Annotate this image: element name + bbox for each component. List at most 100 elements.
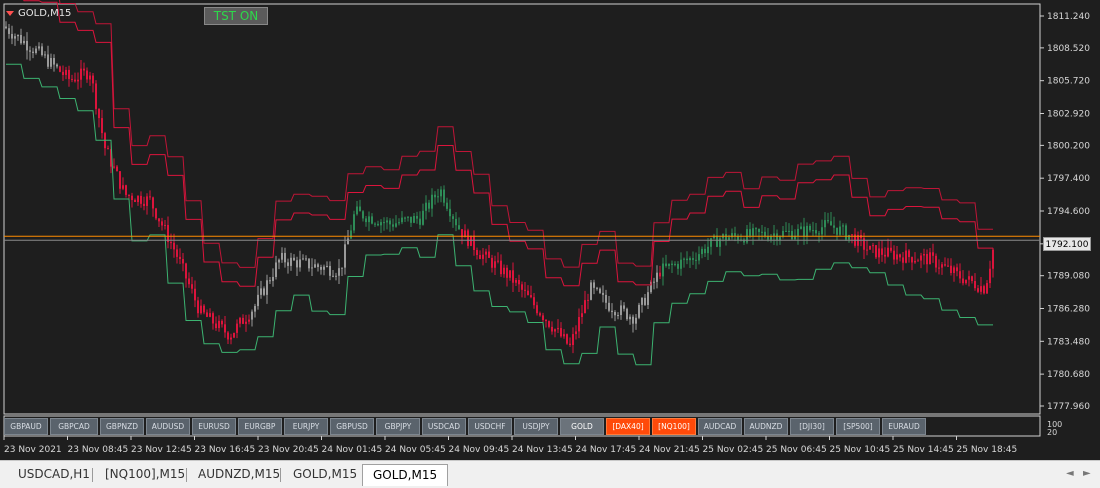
symbol-button-eurgbp[interactable]: EURGBP (238, 418, 282, 435)
symbol-button-gbpnzd[interactable]: GBPNZD (100, 418, 144, 435)
candle-body (632, 316, 634, 324)
price-axis-label: 1780.680 (1047, 370, 1090, 380)
price-axis-label: 1794.600 (1047, 207, 1090, 217)
candle-body (800, 226, 802, 229)
price-axis-label: 1783.480 (1047, 337, 1090, 347)
symbol-button-gbpaud[interactable]: GBPAUD (4, 418, 48, 435)
symbol-button-audcad[interactable]: AUDCAD (698, 418, 742, 435)
candle-body (77, 79, 79, 82)
candle-body (35, 48, 37, 54)
candle-body (695, 259, 697, 261)
candle-body (89, 75, 91, 80)
candle-body (479, 255, 481, 259)
symbol-button-audnzd[interactable]: AUDNZD (744, 418, 788, 435)
candle-body (974, 281, 976, 289)
candle-body (476, 249, 478, 256)
tab-gold-m15[interactable]: GOLD,M15 (283, 464, 367, 486)
tab-nq100-m15[interactable]: [NQ100],M15 (95, 464, 195, 486)
symbol-button-euraud[interactable]: EURAUD (882, 418, 926, 435)
candle-body (992, 249, 994, 269)
candle-body (533, 297, 535, 306)
candle-body (758, 228, 760, 233)
candle-body (266, 280, 268, 295)
chart-menu-arrow-icon[interactable] (6, 11, 14, 16)
symbol-button-usdchf[interactable]: USDCHF (468, 418, 512, 435)
candle-body (527, 290, 529, 296)
symbol-button-dji30[interactable]: [DJI30] (790, 418, 834, 435)
candle-body (74, 79, 76, 82)
candle-body (224, 324, 226, 333)
candle-body (767, 236, 769, 240)
candle-body (212, 313, 214, 324)
symbol-button-gbpcad[interactable]: GBPCAD (50, 418, 98, 435)
candle-body (941, 264, 943, 268)
tab-scroll-left-icon[interactable]: ◄ (1066, 468, 1074, 479)
candle-body (869, 245, 871, 250)
candle-body (896, 254, 898, 260)
symbol-button-usdcad[interactable]: USDCAD (422, 418, 466, 435)
candle-body (176, 249, 178, 257)
tab-scroll-right-icon[interactable]: ► (1083, 468, 1091, 479)
tab-gold-m15-active[interactable]: GOLD,M15 (362, 464, 449, 486)
candle-body (140, 195, 142, 204)
candle-body (593, 282, 595, 288)
candle-body (275, 262, 277, 277)
candle-body (191, 284, 193, 289)
candle-body (467, 230, 469, 246)
candle-body (320, 266, 322, 270)
chart-window[interactable]: 1811.240 1808.520 1805.720 1802.920 1800.200… (0, 0, 1100, 460)
candle-body (893, 250, 895, 260)
candle-body (38, 46, 40, 49)
candle-body (119, 171, 121, 189)
tab-audnzd-m15[interactable]: AUDNZD,M15 (188, 464, 290, 486)
candle-body (386, 220, 388, 223)
candle-body (689, 258, 691, 261)
candle-body (287, 262, 289, 266)
candle-body (371, 216, 373, 224)
upper-channel-line (23, 0, 993, 287)
symbol-button-audusd[interactable]: AUDUSD (146, 418, 190, 435)
time-axis-label: 25 Nov 14:45 (893, 445, 954, 455)
candle-body (92, 75, 94, 84)
symbol-button-eurjpy[interactable]: EURJPY (284, 418, 328, 435)
candle-body (80, 68, 82, 80)
symbol-button-gbpjpy[interactable]: GBPJPY (376, 418, 420, 435)
candle-body (938, 267, 940, 269)
candle-body (296, 260, 298, 268)
symbol-button-sp500[interactable]: [SP500] (836, 418, 880, 435)
time-axis-label: 24 Nov 17:45 (576, 445, 637, 455)
candle-body (290, 257, 292, 266)
candle-body (911, 257, 913, 263)
tab-separator (186, 468, 187, 482)
candle-body (953, 267, 955, 273)
candle-body (245, 321, 247, 324)
symbol-button-gold[interactable]: GOLD (560, 418, 604, 435)
candle-body (575, 331, 577, 335)
candle-body (599, 288, 601, 293)
candle-body (227, 332, 229, 340)
candle-body (836, 227, 838, 235)
candle-body (923, 253, 925, 256)
candle-body (23, 40, 25, 44)
price-axis-label: 1797.400 (1047, 174, 1090, 184)
candle-body (56, 64, 58, 67)
symbol-button-eurusd[interactable]: EURUSD (192, 418, 236, 435)
candle-body (197, 300, 199, 314)
candle-body (272, 276, 274, 281)
tab-usdcad-h1[interactable]: USDCAD,H1 (8, 464, 100, 486)
candle-body (602, 292, 604, 295)
price-chart[interactable]: 1811.240 1808.520 1805.720 1802.920 1800.200… (0, 0, 1100, 460)
candle-body (269, 280, 271, 282)
candle-body (554, 329, 556, 332)
symbol-button-usdjpy[interactable]: USDJPY (514, 418, 558, 435)
symbol-button-nq100[interactable]: [NQ100] (652, 418, 696, 435)
candle-body (656, 272, 658, 282)
candle-body (206, 312, 208, 317)
candle-body (611, 310, 613, 313)
candle-body (680, 259, 682, 269)
tst-toggle-button[interactable]: TST ON (204, 7, 268, 25)
symbol-button-gbpusd[interactable]: GBPUSD (330, 418, 374, 435)
candle-body (764, 231, 766, 237)
symbol-button-dax40[interactable]: [DAX40] (606, 418, 650, 435)
candle-body (431, 194, 433, 209)
